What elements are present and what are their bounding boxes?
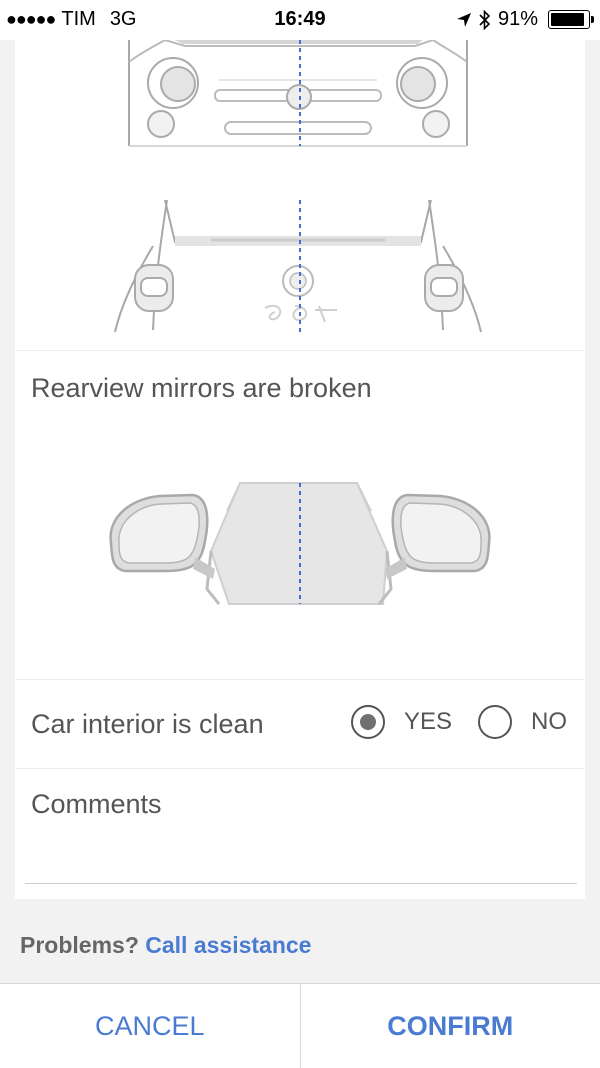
mirror-card: Rearview mirrors are broken <box>15 351 585 680</box>
radio-yes-circle-icon[interactable] <box>351 705 385 739</box>
radio-no[interactable]: NO <box>478 705 567 739</box>
comments-label: Comments <box>31 789 162 820</box>
interior-card: Car interior is clean YES NO <box>15 680 585 769</box>
car-diagram-card <box>15 40 585 351</box>
comments-card: Comments <box>15 769 585 899</box>
call-assistance-link[interactable]: Call assistance <box>145 932 311 958</box>
mirror-diagram[interactable] <box>15 471 585 671</box>
radio-no-circle-icon[interactable] <box>478 705 512 739</box>
radio-yes-label: YES <box>404 708 452 736</box>
comments-input[interactable] <box>25 831 577 884</box>
confirm-button[interactable]: CONFIRM <box>301 984 600 1068</box>
problems-text: Problems? <box>20 932 139 958</box>
mirror-title: Rearview mirrors are broken <box>31 373 372 404</box>
battery-percent: 91% <box>498 8 538 31</box>
radio-selected-dot-icon <box>360 714 376 730</box>
status-right: 91% <box>456 8 590 31</box>
battery-icon <box>548 10 590 29</box>
radio-yes[interactable]: YES <box>351 705 452 739</box>
car-front-diagram[interactable] <box>15 40 585 350</box>
footer-bar: CANCEL CONFIRM <box>0 983 600 1068</box>
bluetooth-icon <box>478 9 492 31</box>
location-arrow-icon <box>456 12 472 28</box>
problems-row: Problems? Call assistance <box>20 932 311 959</box>
radio-no-label: NO <box>531 708 567 736</box>
cancel-button[interactable]: CANCEL <box>0 984 301 1068</box>
interior-label: Car interior is clean <box>31 709 264 740</box>
status-bar: ●●●●● TIM 3G 16:49 91% <box>0 0 600 40</box>
